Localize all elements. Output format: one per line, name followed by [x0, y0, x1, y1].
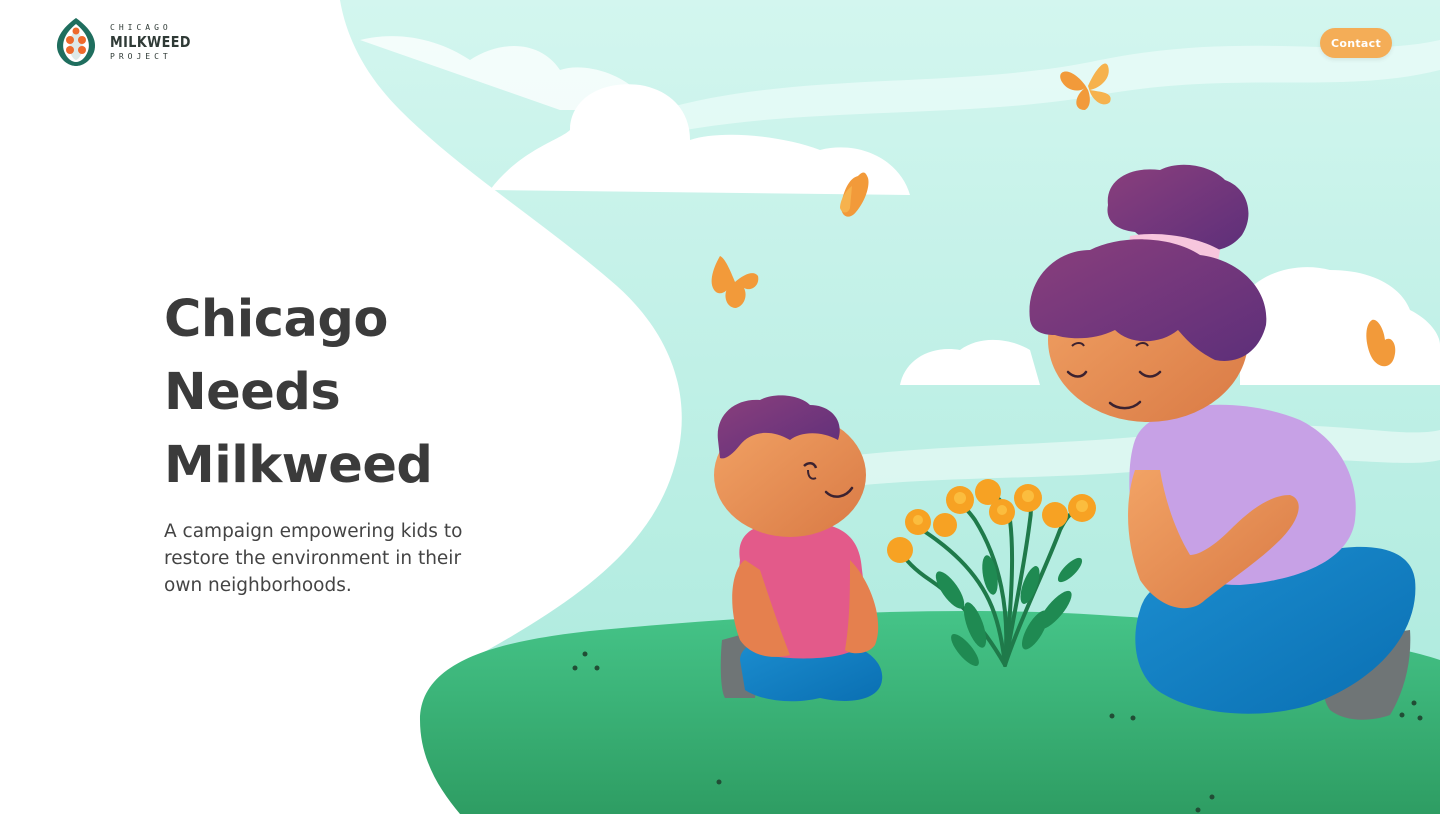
site-logo[interactable]: CHICAGO MILKWEED PROJECT — [48, 14, 205, 70]
hero-title-line-1: Chicago — [164, 290, 388, 349]
logo-line-2: MILKWEED — [110, 32, 191, 51]
logo-line-1: CHICAGO — [110, 22, 172, 32]
hero-section: Chicago Needs Milkweed A campaign empowe… — [164, 283, 524, 599]
landing-page: CHICAGO MILKWEED PROJECT Contact Chicago… — [0, 0, 1440, 814]
hero-subtitle: A campaign empowering kids to restore th… — [164, 521, 463, 596]
contact-button[interactable]: Contact — [1320, 28, 1392, 58]
hero-title-line-3: Milkweed — [164, 436, 433, 495]
hero-title-line-2: Needs — [164, 363, 341, 422]
logo-line-3: PROJECT — [110, 51, 172, 61]
logo-wordmark: CHICAGO MILKWEED PROJECT — [110, 22, 205, 61]
milkweed-logo-icon — [56, 18, 96, 66]
hero-title: Chicago Needs Milkweed — [164, 283, 524, 502]
